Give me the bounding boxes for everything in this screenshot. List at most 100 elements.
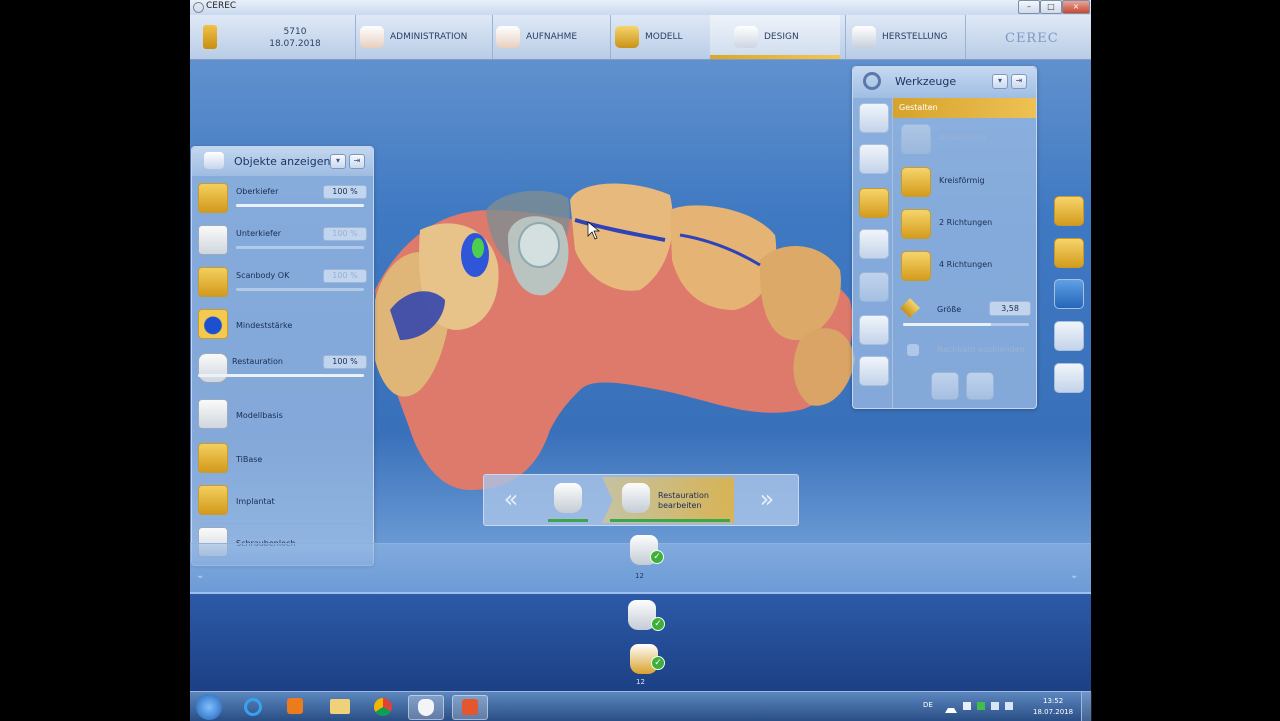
step-previous-tooth[interactable]	[542, 477, 594, 523]
network-icon[interactable]	[991, 702, 999, 710]
powerpoint-icon[interactable]	[452, 695, 488, 720]
cube-view-icon[interactable]	[1054, 363, 1084, 393]
tool-category-add-remove[interactable]	[859, 229, 889, 259]
scan-jaw-icon	[496, 26, 520, 48]
minimize-button[interactable]: –	[1018, 0, 1040, 14]
undo-icon[interactable]	[931, 372, 959, 400]
object-row-tibase[interactable]: TiBase	[196, 439, 366, 482]
input-language[interactable]: DE	[923, 701, 933, 709]
opacity-value[interactable]: 100 %	[323, 227, 367, 241]
tool-category-shape[interactable]	[859, 188, 889, 218]
circular-icon	[901, 167, 931, 197]
cerec-window: CEREC – □ × 5710 18.07.2018 ADMINISTRATI…	[190, 0, 1091, 720]
scanbody-icon	[198, 267, 228, 297]
tool-category-scale[interactable]	[859, 356, 889, 386]
tooth-number-label: 12	[636, 678, 645, 686]
object-row-unterkiefer[interactable]: Unterkiefer 100 %	[196, 221, 367, 262]
internet-explorer-icon[interactable]	[236, 695, 270, 718]
redo-icon[interactable]	[966, 372, 994, 400]
size-slider[interactable]	[903, 323, 1029, 326]
opacity-slider[interactable]	[236, 288, 364, 291]
start-button[interactable]	[196, 694, 222, 720]
tray-icons[interactable]	[945, 702, 1015, 713]
tool-category-form[interactable]	[859, 103, 889, 133]
tool-2-richtungen[interactable]: 2 Richtungen	[901, 207, 1031, 243]
opacity-slider[interactable]	[236, 246, 364, 249]
flag-icon[interactable]	[963, 702, 971, 710]
tool-category-smooth[interactable]	[859, 272, 889, 302]
previous-step-button[interactable]: «	[488, 481, 534, 519]
eye-icon	[204, 152, 224, 169]
four-directions-icon	[901, 251, 931, 281]
opacity-slider[interactable]	[236, 204, 364, 207]
chrome-icon[interactable]	[366, 695, 400, 718]
close-button[interactable]: ×	[1062, 0, 1090, 14]
tooth-edit-icon	[622, 483, 650, 513]
hide-neighbors-row[interactable]: Nachbarn ausblenden	[905, 342, 1035, 358]
phase-bar: 5710 18.07.2018 ADMINISTRATION AUFNAHME …	[190, 15, 1091, 60]
step-restauration-bearbeiten[interactable]: Restauration bearbeiten	[602, 477, 734, 523]
model-base-icon	[198, 399, 228, 429]
check-icon: ✓	[650, 550, 664, 564]
maximize-button[interactable]: □	[1040, 0, 1062, 14]
section-header-gestalten: Gestalten	[893, 98, 1036, 118]
opacity-value[interactable]: 100 %	[323, 269, 367, 283]
checkbox[interactable]	[907, 344, 919, 356]
tool-category-position[interactable]	[859, 315, 889, 345]
title-bar: CEREC – □ ×	[190, 0, 1091, 16]
object-row-modellbasis[interactable]: Modellbasis	[196, 395, 366, 438]
tab-design[interactable]: DESIGN	[710, 15, 840, 59]
slider-fill	[236, 246, 364, 249]
tool-category-contact[interactable]	[859, 144, 889, 174]
upper-jaw-icon	[198, 183, 228, 213]
collapse-left-icon[interactable]: ⌄	[196, 570, 204, 581]
object-row-oberkiefer[interactable]: Oberkiefer 100 %	[196, 179, 367, 220]
object-row-implantat[interactable]: Implantat	[196, 481, 366, 524]
tooth-design-icon	[734, 26, 758, 48]
tool-anatomisch[interactable]: Anatomisch	[901, 122, 1031, 158]
object-row-scanbody[interactable]: Scanbody OK 100 %	[196, 263, 367, 304]
window-title: CEREC	[206, 1, 237, 11]
filter-icon[interactable]: ▾	[330, 154, 346, 169]
tibase-abutment	[518, 222, 560, 268]
opacity-value[interactable]: 100 %	[323, 185, 367, 199]
slider-fill	[903, 323, 992, 326]
next-step-button[interactable]: »	[744, 481, 790, 519]
case-id: 5710	[283, 27, 307, 37]
tab-aufnahme[interactable]: AUFNAHME	[496, 15, 601, 59]
tab-administration[interactable]: ADMINISTRATION	[360, 15, 485, 59]
size-value[interactable]: 3,58	[989, 301, 1031, 316]
app-icon	[193, 2, 204, 13]
opacity-slider[interactable]	[198, 374, 364, 377]
collapse-right-icon[interactable]: ⌄	[1070, 570, 1078, 581]
tab-modell[interactable]: MODELL	[615, 15, 725, 59]
clock-date[interactable]: 18.07.2018	[1033, 708, 1073, 716]
analysis-tool-icon[interactable]	[1054, 238, 1084, 268]
tool-4-richtungen[interactable]: 4 Richtungen	[901, 249, 1031, 285]
media-player-icon[interactable]	[278, 695, 312, 718]
file-explorer-icon[interactable]	[323, 695, 357, 718]
filter-icon[interactable]: ▾	[992, 74, 1008, 89]
case-date: 18.07.2018	[269, 39, 321, 49]
objects-panel-title: Objekte anzeigen	[234, 155, 331, 168]
size-row: Größe 3,58	[900, 298, 1031, 329]
jaw-icon	[360, 26, 384, 48]
opacity-value[interactable]: 100 %	[323, 355, 367, 369]
show-hidden-icon[interactable]	[945, 702, 957, 713]
pin-icon[interactable]: ⇥	[349, 154, 365, 169]
object-row-mindeststaerke[interactable]: Mindeststärke	[196, 305, 366, 348]
device-icon[interactable]	[977, 702, 985, 710]
case-menu-icon[interactable]	[203, 25, 217, 49]
tool-kreisfoermig[interactable]: Kreisförmig	[901, 165, 1031, 201]
tab-herstellung[interactable]: HERSTELLUNG	[852, 15, 967, 59]
show-desktop-button[interactable]	[1081, 692, 1092, 721]
screen-capture-icon[interactable]	[1054, 279, 1084, 309]
ring-tool-icon[interactable]	[1054, 196, 1084, 226]
object-row-restauration[interactable]: Restauration 100 %	[196, 349, 367, 390]
teeth-view-icon[interactable]	[1054, 321, 1084, 351]
pin-icon[interactable]: ⇥	[1011, 74, 1027, 89]
slider-fill	[236, 204, 364, 207]
clock-time[interactable]: 13:52	[1043, 697, 1063, 705]
volume-icon[interactable]	[1005, 702, 1013, 710]
cerec-taskbar-icon[interactable]	[408, 695, 444, 720]
